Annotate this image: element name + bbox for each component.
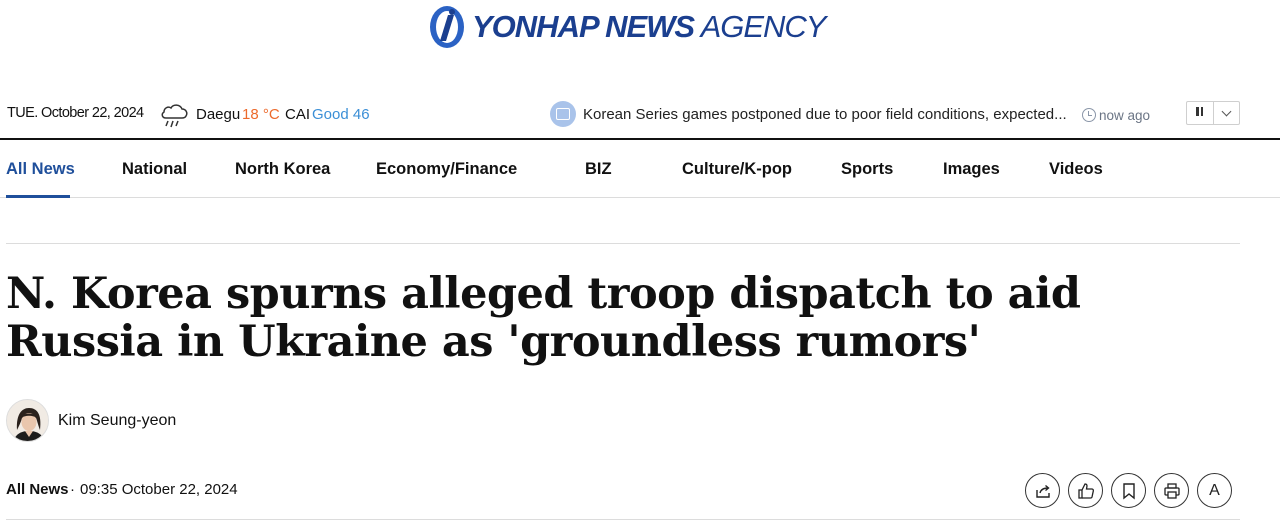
nav-item-national[interactable]: National — [122, 160, 187, 179]
news-ticker-headline[interactable]: Korean Series games postponed due to poo… — [583, 106, 1067, 123]
article-section[interactable]: All News — [6, 481, 69, 498]
ticker-time: now ago — [1099, 108, 1151, 123]
print-icon — [1163, 482, 1180, 499]
cai-value: Good 46 — [312, 106, 370, 123]
published-time: 09:35 October 22, 2024 — [80, 481, 238, 498]
font-size-button[interactable]: A — [1197, 473, 1232, 508]
nav-item-north-korea[interactable]: North Korea — [235, 160, 330, 179]
nav-item-economy-finance[interactable]: Economy/Finance — [376, 160, 517, 179]
nav-item-culture-kpop[interactable]: Culture/K-pop — [682, 160, 792, 179]
like-icon — [1077, 482, 1094, 499]
meta-separator: · — [70, 481, 75, 498]
clock-icon — [1082, 108, 1096, 122]
logo-text: YONHAP NEWS AGENCY — [472, 9, 827, 45]
nav-item-sports[interactable]: Sports — [841, 160, 893, 179]
cai-label: CAI — [285, 106, 311, 123]
like-button[interactable] — [1068, 473, 1103, 508]
meta-divider — [6, 519, 1240, 520]
nav-item-biz[interactable]: BIZ — [585, 160, 612, 179]
article-tools: A — [1025, 473, 1232, 509]
weather-city: Daegu — [196, 106, 241, 123]
ticker-controls — [1186, 101, 1240, 125]
weather-temperature: 18 °C — [242, 106, 280, 123]
logo-text-strong: YONHAP NEWS — [472, 9, 695, 44]
current-date: TUE. October 22, 2024 — [7, 105, 144, 121]
pause-button[interactable] — [1187, 102, 1213, 124]
rain-cloud-icon — [161, 104, 188, 128]
nav-item-all-news[interactable]: All News — [6, 160, 75, 179]
pause-icon — [1195, 107, 1204, 119]
author-avatar[interactable] — [6, 399, 49, 442]
article-headline: N. Korea spurns alleged troop dispatch t… — [6, 269, 1081, 367]
nav-item-images[interactable]: Images — [943, 160, 1000, 179]
yonhap-logo[interactable]: YONHAP NEWS AGENCY — [426, 2, 827, 52]
news-icon — [550, 101, 576, 127]
print-button[interactable] — [1154, 473, 1189, 508]
expand-ticker-button[interactable] — [1212, 102, 1240, 124]
info-bar: TUE. October 22, 2024 Daegu 18 °C CAI Go… — [0, 96, 1252, 138]
chevron-down-icon — [1221, 106, 1232, 116]
yonhap-logo-icon — [430, 6, 464, 48]
logo-text-light: AGENCY — [700, 9, 827, 44]
author-name[interactable]: Kim Seung-yeon — [58, 412, 176, 430]
font-size-icon: A — [1209, 481, 1220, 499]
bookmark-button[interactable] — [1111, 473, 1146, 508]
nav-item-videos[interactable]: Videos — [1049, 160, 1103, 179]
content-divider — [6, 243, 1240, 244]
bookmark-icon — [1122, 482, 1135, 499]
share-button[interactable] — [1025, 473, 1060, 508]
share-icon — [1035, 484, 1050, 498]
main-nav: All News National North Korea Economy/Fi… — [0, 140, 1280, 198]
nav-active-indicator — [6, 195, 70, 198]
